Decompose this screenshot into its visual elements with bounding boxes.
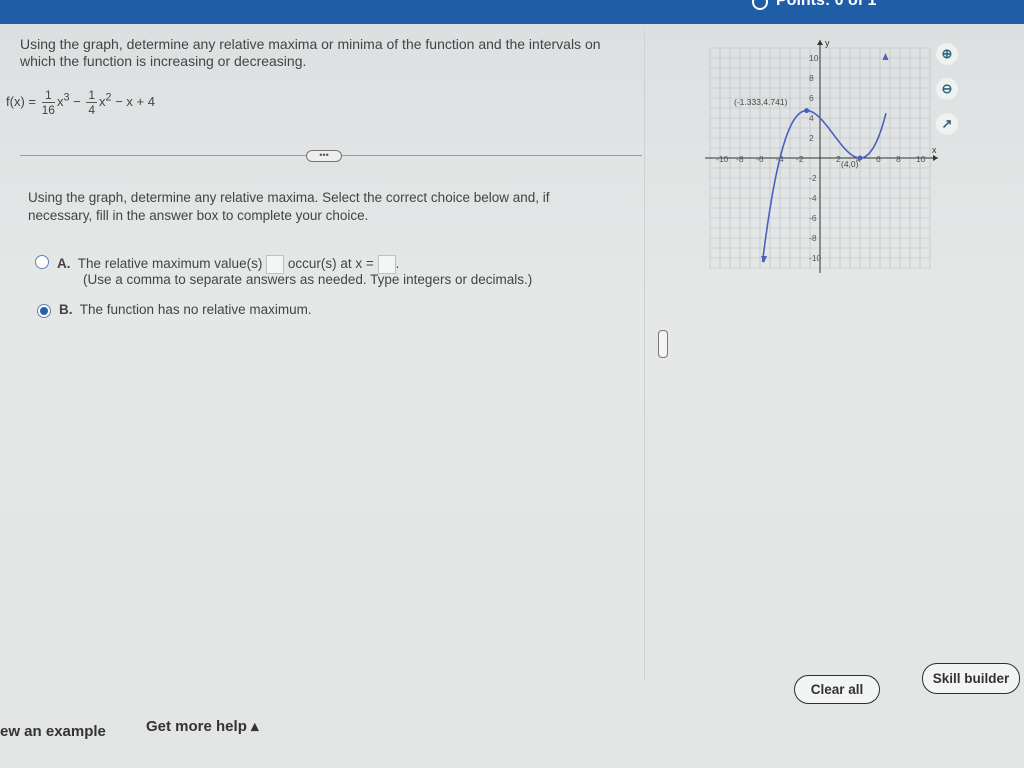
x-axis-arrow — [933, 155, 938, 161]
choice-a-text-before: The relative maximum value(s) — [77, 256, 263, 272]
question-text: Using the graph, determine any relative … — [20, 36, 601, 69]
prompt-text: Using the graph, determine any relative … — [28, 190, 550, 223]
y-tick-label: 2 — [809, 133, 814, 143]
choice-a-text-middle: occur(s) at x = — [287, 256, 374, 272]
y-axis-arrow — [817, 40, 823, 45]
fraction-2-numerator: 1 — [86, 88, 98, 103]
fraction-2: 1 4 — [86, 88, 98, 117]
fraction-1-numerator: 1 — [41, 88, 55, 103]
term-rest: − x + 4 — [115, 93, 155, 109]
x-tick-label: -10 — [716, 154, 729, 164]
points-circle-icon — [752, 0, 768, 10]
clear-all-button[interactable]: Clear all — [794, 675, 880, 704]
function-formula: f(x) = 1 16 x3 − 1 4 x2 − x + 4 — [6, 88, 155, 117]
x-tick-label: -6 — [756, 154, 764, 164]
min-point-label: (4,0) — [841, 159, 859, 169]
zoom-in-icon[interactable]: ⊕ — [936, 43, 958, 65]
function-curve — [761, 109, 887, 263]
fraction-1-denominator: 16 — [41, 103, 55, 117]
term-1-exponent: 3 — [63, 91, 70, 104]
y-tick-label: 10 — [809, 53, 819, 63]
choice-a-text-end: . — [395, 256, 400, 272]
max-point-label: (-1.333,4.741) — [734, 97, 788, 107]
curve-arrow-up — [882, 53, 889, 60]
get-more-help-link[interactable]: Get more help ▴ — [146, 717, 259, 735]
x-axis-label: x — [932, 145, 937, 155]
y-tick-label: -8 — [809, 233, 817, 243]
choice-b: B. The function has no relative maximum. — [59, 302, 312, 317]
x-tick-label: -2 — [796, 154, 804, 164]
x-tick-label: 8 — [896, 154, 901, 164]
curve-arrow-down — [761, 256, 767, 263]
choice-b-radio[interactable] — [37, 304, 51, 318]
graph-point — [804, 108, 810, 114]
term-1-operator: − — [73, 93, 81, 109]
fraction-2-denominator: 4 — [88, 103, 96, 117]
y-axis-label: y — [825, 38, 830, 48]
x-tick-label: 10 — [916, 154, 926, 164]
choice-a-letter: A. — [57, 256, 71, 272]
y-tick-label: 4 — [809, 113, 814, 123]
expand-button[interactable]: ••• — [306, 150, 342, 162]
formula-lhs: f(x) = — [6, 93, 36, 109]
x-tick-label: -8 — [736, 154, 744, 164]
choice-b-text: The function has no relative maximum. — [79, 302, 312, 317]
choice-b-letter: B. — [59, 302, 73, 317]
view-example-link[interactable]: ew an example — [0, 723, 106, 740]
y-tick-label: -2 — [809, 173, 817, 183]
choice-a-radio[interactable] — [35, 255, 49, 269]
top-bar: Points: 0 of 1 — [0, 0, 1024, 24]
pane-resize-handle[interactable] — [658, 330, 668, 358]
y-tick-label: -4 — [809, 193, 817, 203]
x-tick-label: 6 — [876, 154, 881, 164]
choice-a-note: (Use a comma to separate answers as need… — [83, 272, 533, 287]
popout-icon[interactable]: ↗ — [936, 113, 958, 135]
zoom-out-icon[interactable]: ⊖ — [936, 78, 958, 100]
y-tick-label: 8 — [809, 73, 814, 83]
skill-builder-button[interactable]: Skill builder — [922, 663, 1020, 694]
y-tick-label: -10 — [809, 253, 822, 263]
y-tick-label: -6 — [809, 213, 817, 223]
pane-separator — [644, 30, 645, 680]
points-label: Points: 0 of 1 — [776, 0, 877, 9]
fraction-1: 1 16 — [41, 88, 55, 117]
y-tick-label: 6 — [809, 93, 814, 103]
term-2-exponent: 2 — [105, 91, 112, 104]
function-graph[interactable]: yx -10-8-6-4-2246810108642-2-4-6-8-10 (-… — [700, 38, 940, 278]
